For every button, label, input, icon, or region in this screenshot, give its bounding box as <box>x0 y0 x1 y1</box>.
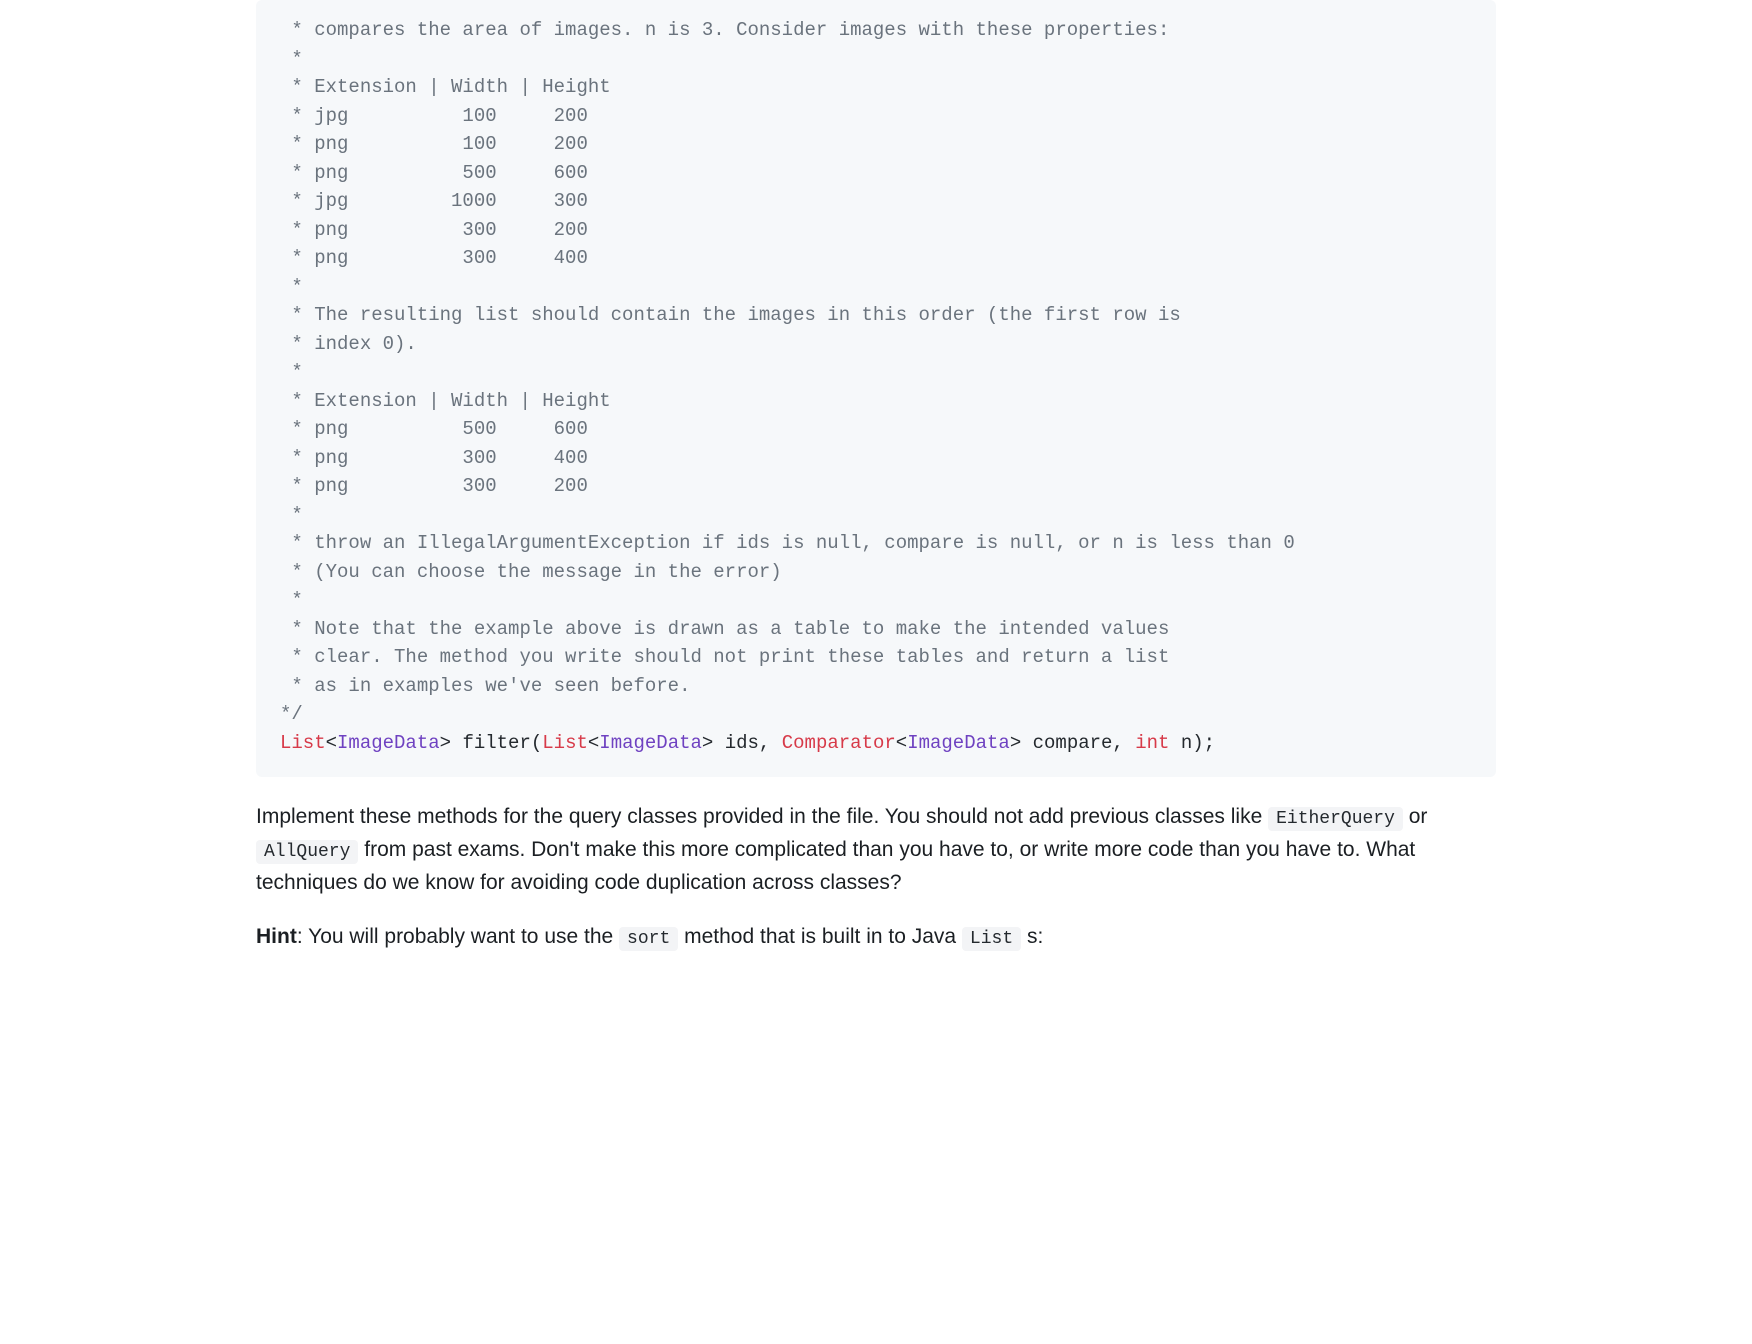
comment-line: * jpg 100 200 <box>280 105 588 127</box>
comment-line: */ <box>280 703 303 725</box>
comment-block: * compares the area of images. n is 3. C… <box>280 16 1472 729</box>
comment-line: * png 100 200 <box>280 133 588 155</box>
comment-line: * png 300 400 <box>280 247 588 269</box>
comment-line: * The resulting list should contain the … <box>280 304 1181 326</box>
comment-line: * <box>280 361 303 383</box>
method-name: filter( <box>462 732 542 754</box>
type-token: List <box>280 732 326 754</box>
angle-open: < <box>896 732 907 754</box>
inline-code: List <box>962 927 1021 951</box>
generic-token: ImageData <box>907 732 1010 754</box>
comment-line: * Extension | Width | Height <box>280 76 611 98</box>
angle-open: < <box>326 732 337 754</box>
arg-token: n); <box>1169 732 1215 754</box>
comment-line: * <box>280 504 303 526</box>
comment-line: * <box>280 276 303 298</box>
text: : You will probably want to use the <box>297 925 619 948</box>
generic-token: ImageData <box>337 732 440 754</box>
angle-close: > <box>702 732 713 754</box>
generic-token: ImageData <box>599 732 702 754</box>
comment-line: * jpg 1000 300 <box>280 190 588 212</box>
type-token: List <box>542 732 588 754</box>
comment-line: * clear. The method you write should not… <box>280 646 1169 668</box>
arg-token: compare, <box>1021 732 1135 754</box>
inline-code: EitherQuery <box>1268 807 1403 831</box>
method-signature: List<ImageData> filter(List<ImageData> i… <box>280 729 1472 758</box>
code-block: * compares the area of images. n is 3. C… <box>256 0 1496 777</box>
comment-line: * <box>280 48 303 70</box>
comment-line: * (You can choose the message in the err… <box>280 561 782 583</box>
comment-line: * compares the area of images. n is 3. C… <box>280 19 1169 41</box>
comment-line: * png 300 200 <box>280 475 588 497</box>
comment-line: * as in examples we've seen before. <box>280 675 690 697</box>
text: Implement these methods for the query cl… <box>256 805 1268 828</box>
arg-token: ids, <box>713 732 781 754</box>
angle-close: > <box>1010 732 1021 754</box>
inline-code: sort <box>619 927 678 951</box>
comment-line: * index 0). <box>280 333 417 355</box>
hint-label: Hint <box>256 925 297 948</box>
type-token: Comparator <box>782 732 896 754</box>
comment-line: * <box>280 589 303 611</box>
space <box>451 732 462 754</box>
comment-line: * png 300 400 <box>280 447 588 469</box>
keyword-token: int <box>1135 732 1169 754</box>
hint-paragraph: Hint: You will probably want to use the … <box>256 921 1496 954</box>
text: method that is built in to Java <box>678 925 962 948</box>
comment-line: * Note that the example above is drawn a… <box>280 618 1169 640</box>
comment-line: * png 500 600 <box>280 162 588 184</box>
comment-line: * png 300 200 <box>280 219 588 241</box>
comment-line: * Extension | Width | Height <box>280 390 611 412</box>
comment-line: * throw an IllegalArgumentException if i… <box>280 532 1295 554</box>
instruction-paragraph: Implement these methods for the query cl… <box>256 801 1496 899</box>
text: from past exams. Don't make this more co… <box>256 838 1415 894</box>
comment-line: * png 500 600 <box>280 418 588 440</box>
text: s: <box>1021 925 1043 948</box>
angle-close: > <box>440 732 451 754</box>
inline-code: AllQuery <box>256 840 358 864</box>
angle-open: < <box>588 732 599 754</box>
text: or <box>1403 805 1428 828</box>
